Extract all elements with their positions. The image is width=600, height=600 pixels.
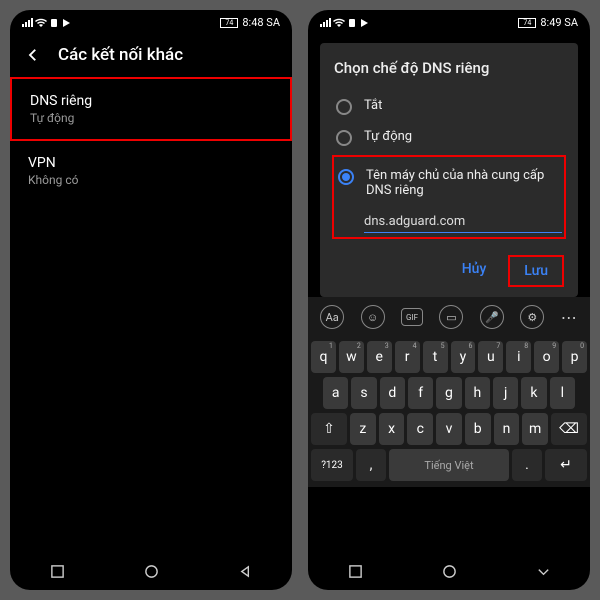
sticker-icon[interactable]: ▭: [439, 305, 463, 329]
key-t[interactable]: t5: [423, 341, 448, 373]
key-o[interactable]: o9: [534, 341, 559, 373]
font-icon[interactable]: Aa: [320, 305, 344, 329]
play-icon: [359, 18, 369, 28]
nav-back-icon[interactable]: [238, 564, 253, 579]
page-title: Các kết nối khác: [58, 45, 183, 65]
nav-recent-icon[interactable]: [50, 564, 65, 579]
gif-icon[interactable]: GIF: [401, 308, 423, 326]
radio-label: Tên máy chủ của nhà cung cấp DNS riêng: [366, 168, 560, 198]
kb-row4: ?123 , Tiếng Việt . ↵: [311, 449, 587, 481]
keyboard-toolbar: Aa ☺ GIF ▭ 🎤 ⚙ ⋯: [308, 297, 590, 337]
radio-icon: [336, 99, 352, 115]
symbols-key[interactable]: ?123: [311, 449, 353, 481]
emoji-icon[interactable]: ☺: [361, 305, 385, 329]
data-icon: [347, 18, 357, 28]
back-icon[interactable]: [24, 46, 42, 64]
space-key[interactable]: Tiếng Việt: [389, 449, 509, 481]
key-f[interactable]: f: [408, 377, 433, 409]
key-x[interactable]: x: [379, 413, 405, 445]
key-e[interactable]: e3: [367, 341, 392, 373]
shift-key[interactable]: ⇧: [311, 413, 347, 445]
row-dns-private[interactable]: DNS riêng Tự động: [10, 77, 292, 141]
signal-icon: [22, 18, 33, 27]
voice-icon[interactable]: 🎤: [480, 305, 504, 329]
statusbar: 74 8:48 SA: [10, 10, 292, 33]
radio-label: Tự động: [364, 129, 412, 144]
key-y[interactable]: y6: [451, 341, 476, 373]
navbar: [10, 552, 292, 590]
play-icon: [61, 18, 71, 28]
key-k[interactable]: k: [521, 377, 546, 409]
key-q[interactable]: q1: [311, 341, 336, 373]
key-m[interactable]: m: [522, 413, 548, 445]
keyboard: q1w2e3r4t5y6u7i8o9p0 asdfghjkl ⇧ zxcvbnm…: [308, 337, 590, 487]
key-i[interactable]: i8: [506, 341, 531, 373]
radio-auto[interactable]: Tự động: [334, 122, 564, 153]
signal-icon: [320, 18, 331, 27]
data-icon: [49, 18, 59, 28]
key-b[interactable]: b: [465, 413, 491, 445]
backspace-key[interactable]: ⌫: [551, 413, 587, 445]
key-l[interactable]: l: [550, 377, 575, 409]
key-w[interactable]: w2: [339, 341, 364, 373]
vpn-subtitle: Không có: [28, 173, 274, 187]
settings-icon[interactable]: ⚙: [520, 305, 544, 329]
clock: 8:48 SA: [242, 16, 280, 29]
dns-hostname-input[interactable]: dns.adguard.com: [364, 211, 562, 233]
navbar: [308, 552, 590, 590]
wifi-icon: [333, 18, 345, 28]
key-c[interactable]: c: [407, 413, 433, 445]
key-z[interactable]: z: [350, 413, 376, 445]
radio-icon: [338, 169, 354, 185]
nav-recent-icon[interactable]: [348, 564, 363, 579]
phone-left: 74 8:48 SA Các kết nối khác DNS riêng Tự…: [10, 10, 292, 590]
dialog-title: Chọn chế độ DNS riêng: [334, 59, 564, 77]
radio-provider[interactable]: Tên máy chủ của nhà cung cấp DNS riêng: [336, 161, 562, 205]
clock: 8:49 SA: [540, 16, 578, 29]
dns-subtitle: Tự động: [30, 111, 272, 125]
nav-home-icon[interactable]: [442, 564, 457, 579]
key-v[interactable]: v: [436, 413, 462, 445]
enter-key[interactable]: ↵: [545, 449, 587, 481]
radio-off[interactable]: Tắt: [334, 91, 564, 122]
nav-home-icon[interactable]: [144, 564, 159, 579]
cancel-button[interactable]: Hủy: [448, 255, 501, 287]
kb-row3: ⇧ zxcvbnm ⌫: [311, 413, 587, 445]
more-icon[interactable]: ⋯: [561, 308, 578, 327]
vpn-title: VPN: [28, 155, 274, 171]
row-vpn[interactable]: VPN Không có: [10, 141, 292, 201]
settings-header: Các kết nối khác: [10, 33, 292, 77]
statusbar: 74 8:49 SA: [308, 10, 590, 33]
kb-row1: q1w2e3r4t5y6u7i8o9p0: [311, 341, 587, 373]
key-p[interactable]: p0: [562, 341, 587, 373]
key-j[interactable]: j: [493, 377, 518, 409]
dns-mode-dialog: Chọn chế độ DNS riêng Tắt Tự động Tên má…: [320, 43, 578, 297]
radio-icon: [336, 130, 352, 146]
key-u[interactable]: u7: [478, 341, 503, 373]
key-r[interactable]: r4: [395, 341, 420, 373]
dns-title: DNS riêng: [30, 93, 272, 109]
key-a[interactable]: a: [323, 377, 348, 409]
key-d[interactable]: d: [380, 377, 405, 409]
nav-keyboard-down-icon[interactable]: [536, 564, 551, 579]
key-h[interactable]: h: [465, 377, 490, 409]
key-n[interactable]: n: [494, 413, 520, 445]
kb-row2: asdfghjkl: [311, 377, 587, 409]
phone-right: 74 8:49 SA Chọn chế độ DNS riêng Tắt Tự …: [308, 10, 590, 590]
comma-key[interactable]: ,: [356, 449, 386, 481]
battery-icon: 74: [220, 18, 238, 28]
period-key[interactable]: .: [512, 449, 542, 481]
save-button[interactable]: Lưu: [508, 255, 564, 287]
key-g[interactable]: g: [436, 377, 461, 409]
radio-label: Tắt: [364, 98, 382, 113]
key-s[interactable]: s: [351, 377, 376, 409]
wifi-icon: [35, 18, 47, 28]
highlight-provider: Tên máy chủ của nhà cung cấp DNS riêng d…: [332, 155, 566, 239]
battery-icon: 74: [518, 18, 536, 28]
